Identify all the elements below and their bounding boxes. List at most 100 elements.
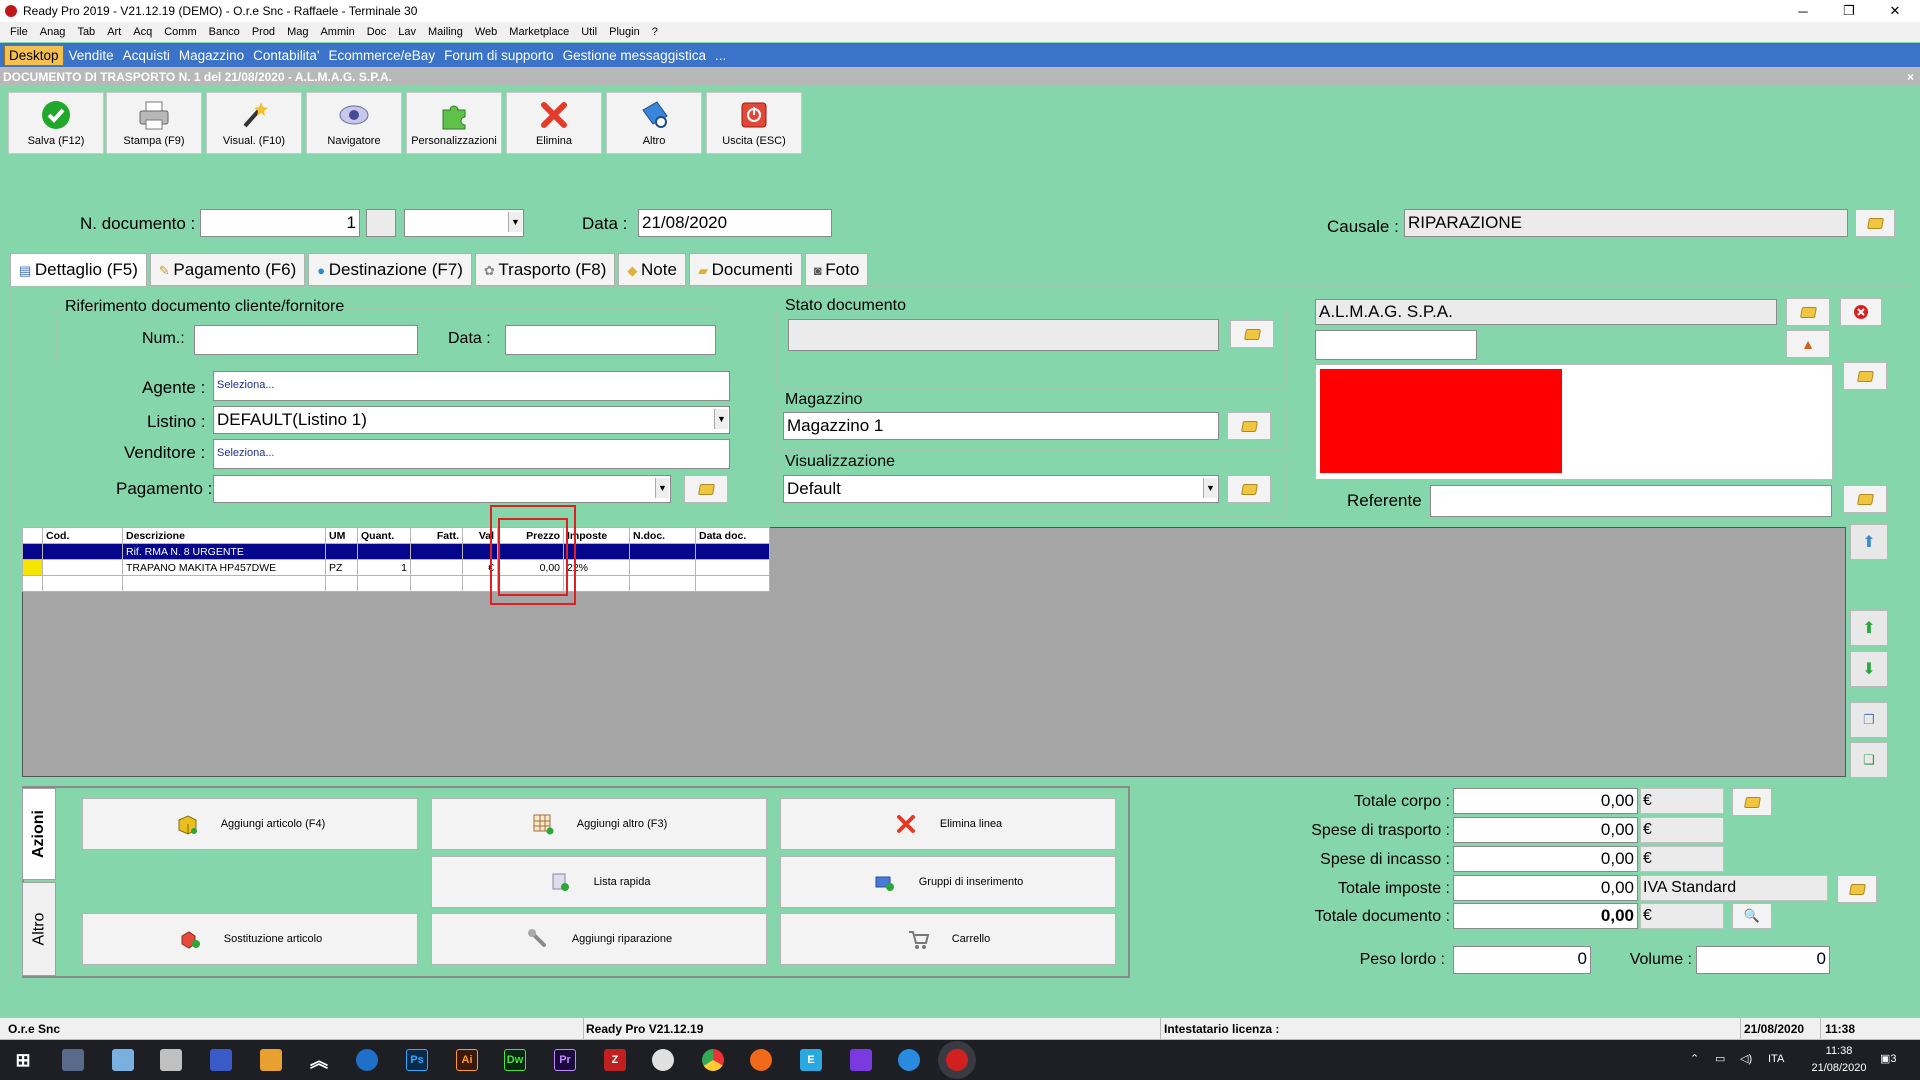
move-top-button[interactable]: ⬆	[1850, 524, 1888, 560]
printer-icon[interactable]	[160, 1049, 182, 1071]
totals-folder-button[interactable]	[1732, 788, 1772, 816]
menu-acq[interactable]: Acq	[133, 26, 152, 38]
tab-trasporto[interactable]: ✿ Trasporto (F8)	[474, 253, 616, 286]
customer-remove-button[interactable]	[1840, 298, 1882, 326]
menu-anag[interactable]: Anag	[40, 26, 66, 38]
tab-altro[interactable]: Altro	[22, 882, 56, 976]
app-icon[interactable]	[850, 1049, 872, 1071]
replace-article-button[interactable]: Sostituzione articolo	[82, 913, 418, 965]
windows-start-icon[interactable]: ⊞	[12, 1049, 34, 1071]
stato-folder-button[interactable]	[1230, 320, 1274, 348]
network-icon[interactable]	[210, 1049, 232, 1071]
close-window-button[interactable]: ✕	[1872, 0, 1918, 22]
module-magazzino[interactable]: Magazzino	[175, 46, 248, 65]
visualizzazione-select[interactable]: Default ▼	[783, 475, 1219, 503]
table-row[interactable]: Rif. RMA N. 8 URGENTE	[22, 543, 770, 560]
causale-folder-button[interactable]	[1855, 209, 1895, 237]
menu-banco[interactable]: Banco	[209, 26, 240, 38]
menu-web[interactable]: Web	[475, 26, 497, 38]
network-tray-icon[interactable]: ▭	[1715, 1052, 1725, 1065]
module-forum[interactable]: Forum di supporto	[440, 46, 558, 65]
editor-icon[interactable]: E	[800, 1049, 822, 1071]
menu-comm[interactable]: Comm	[164, 26, 196, 38]
minimize-button[interactable]: ─	[1780, 0, 1826, 22]
pagamento-select[interactable]: ▼	[213, 475, 671, 503]
add-article-button[interactable]: Aggiungi articolo (F4)	[82, 798, 418, 850]
add-other-button[interactable]: Aggiungi altro (F3)	[431, 798, 767, 850]
module-vendite[interactable]: Vendite	[65, 46, 118, 65]
move-down-button[interactable]: ⬇	[1850, 651, 1888, 687]
tab-dettaglio[interactable]: ▤ Dettaglio (F5)	[10, 253, 147, 288]
spese-trasporto-input[interactable]: 0,00	[1453, 817, 1638, 843]
print-button[interactable]: Stampa (F9)	[106, 92, 202, 154]
delete-button[interactable]: Elimina	[506, 92, 602, 154]
visualizzazione-folder-button[interactable]	[1227, 475, 1271, 503]
customer-code-input[interactable]	[1315, 330, 1477, 360]
firefox-icon[interactable]	[750, 1049, 772, 1071]
menu-ammin[interactable]: Ammin	[320, 26, 354, 38]
ndoc-suffix-input[interactable]	[366, 209, 396, 237]
col-quant[interactable]: Quant.	[357, 527, 411, 544]
maximize-button[interactable]: ❐	[1826, 0, 1872, 22]
menu-prod[interactable]: Prod	[252, 26, 275, 38]
save-button[interactable]: Salva (F12)	[8, 92, 104, 154]
table-row[interactable]	[22, 575, 770, 592]
tray-up-icon[interactable]: ⌃	[1690, 1052, 1699, 1065]
iva-folder-button[interactable]	[1837, 875, 1877, 903]
date-input[interactable]: 21/08/2020	[638, 209, 832, 237]
table-row[interactable]: TRAPANO MAKITA HP457DWE PZ 1 €0,00 22%	[22, 559, 770, 576]
module-more[interactable]: ...	[711, 46, 730, 65]
tab-documenti[interactable]: ▰ Documenti	[688, 253, 802, 286]
causale-input[interactable]: RIPARAZIONE	[1404, 209, 1848, 237]
col-cod[interactable]: Cod.	[42, 527, 123, 544]
volume-icon[interactable]: ◁)	[1740, 1052, 1752, 1065]
menu-doc[interactable]: Doc	[367, 26, 387, 38]
copy-row-button[interactable]: ❐	[1850, 702, 1888, 738]
add-repair-button[interactable]: Aggiungi riparazione	[431, 913, 767, 965]
tray-language[interactable]: ITA	[1768, 1053, 1784, 1065]
menu-marketplace[interactable]: Marketplace	[509, 26, 569, 38]
illustrator-icon[interactable]: Ai	[456, 1049, 478, 1071]
insert-groups-button[interactable]: Gruppi di inserimento	[780, 856, 1116, 908]
delete-line-button[interactable]: Elimina linea	[780, 798, 1116, 850]
agente-select[interactable]: Seleziona...	[213, 371, 730, 401]
readypro-icon[interactable]	[946, 1049, 968, 1071]
tab-note[interactable]: ◆ Note	[618, 253, 686, 286]
ndoc-input[interactable]: 1	[200, 209, 360, 237]
filezilla-icon[interactable]: Z	[604, 1049, 626, 1071]
personalizzazioni-button[interactable]: Personalizzazioni	[406, 92, 502, 154]
volume-input[interactable]: 0	[1696, 946, 1830, 974]
pagamento-folder-button[interactable]	[684, 475, 728, 503]
move-up-button[interactable]: ⬆	[1850, 610, 1888, 646]
col-descrizione[interactable]: Descrizione	[122, 527, 326, 544]
navigator-button[interactable]: Navigatore	[306, 92, 402, 154]
notification-icon[interactable]: ▣3	[1880, 1052, 1897, 1065]
module-desktop[interactable]: Desktop	[4, 44, 64, 66]
iva-select[interactable]: IVA Standard	[1640, 875, 1828, 901]
customer-user-button[interactable]: ▲	[1786, 330, 1830, 358]
close-document-button[interactable]: ×	[1907, 68, 1914, 86]
thunderbird-icon[interactable]	[356, 1049, 378, 1071]
magazzino-folder-button[interactable]	[1227, 412, 1271, 440]
menu-file[interactable]: File	[10, 26, 28, 38]
more-button[interactable]: Altro	[606, 92, 702, 154]
spese-incasso-input[interactable]: 0,00	[1453, 846, 1638, 872]
module-contabilita[interactable]: Contabilita'	[249, 46, 323, 65]
address-folder-button[interactable]	[1843, 362, 1887, 390]
col-um[interactable]: UM	[325, 527, 358, 544]
module-acquisti[interactable]: Acquisti	[119, 46, 174, 65]
venditore-select[interactable]: Seleziona...	[213, 439, 730, 469]
menu-mag[interactable]: Mag	[287, 26, 308, 38]
magazzino-input[interactable]: Magazzino 1	[783, 412, 1219, 440]
calendar-icon[interactable]	[260, 1049, 282, 1071]
col-fatt[interactable]: Fatt.	[410, 527, 463, 544]
referente-folder-button[interactable]	[1843, 485, 1887, 513]
calculator-icon[interactable]	[62, 1049, 84, 1071]
ref-num-input[interactable]	[194, 325, 418, 355]
menu-help[interactable]: ?	[652, 26, 658, 38]
tab-pagamento[interactable]: ✎ Pagamento (F6)	[149, 253, 306, 286]
menu-util[interactable]: Util	[581, 26, 597, 38]
module-ecommerce[interactable]: Ecommerce/eBay	[325, 46, 440, 65]
cloud-icon[interactable]	[652, 1049, 674, 1071]
customer-folder-button[interactable]	[1786, 298, 1830, 326]
